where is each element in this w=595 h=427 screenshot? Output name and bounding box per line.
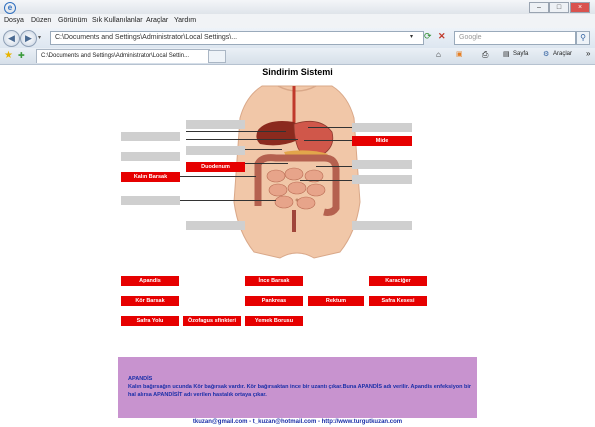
label-ince-barsak[interactable]: İnce Barsak — [245, 276, 303, 286]
leader-line — [186, 139, 298, 140]
home-icon[interactable]: ⌂ — [436, 50, 441, 59]
leader-line — [300, 180, 352, 181]
label-dropzone[interactable] — [121, 152, 180, 161]
leader-line — [180, 176, 256, 177]
label-dropzone[interactable] — [352, 160, 412, 169]
label-pankreas[interactable]: Pankreas — [245, 296, 303, 306]
maximize-button[interactable]: □ — [549, 2, 569, 13]
label-karaciger[interactable]: Karaciğer — [369, 276, 427, 286]
page-icon: ▤ — [503, 51, 510, 58]
address-bar: ◀ ▶ ▾ C:\Documents and Settings\Administ… — [0, 28, 595, 48]
chevron-more-icon[interactable]: » — [586, 49, 590, 58]
menu-bar: Dosya Düzen Görünüm Sık Kullanılanlar Ar… — [0, 14, 595, 28]
search-icon[interactable]: ⚲ — [576, 31, 590, 45]
menu-tools[interactable]: Araçlar — [146, 17, 168, 24]
tab-current[interactable]: C:\Documents and Settings\Administrator\… — [36, 49, 210, 63]
label-mide[interactable]: Mide — [352, 136, 412, 146]
info-title: APANDİS — [128, 376, 153, 382]
add-favorites-icon[interactable]: ✚ — [18, 51, 25, 60]
refresh-icon[interactable]: ⟳ — [424, 31, 432, 42]
label-safra-kesesi[interactable]: Safra Kesesi — [369, 296, 427, 306]
label-dropzone[interactable] — [186, 146, 245, 155]
menu-favorites[interactable]: Sık Kullanılanlar — [92, 17, 143, 24]
search-placeholder: Google — [459, 34, 482, 41]
label-dropzone[interactable] — [121, 196, 180, 205]
back-icon[interactable]: ◀ — [3, 30, 20, 47]
forward-icon[interactable]: ▶ — [20, 30, 37, 47]
title-bar: e – □ × — [0, 0, 595, 15]
footer-contacts[interactable]: tkuzan@gmail.com - t_kuzan@hotmail.com -… — [0, 419, 595, 425]
new-tab-button[interactable] — [208, 50, 226, 63]
address-dropdown-icon[interactable]: ▾ — [410, 33, 413, 40]
page-menu[interactable]: Sayfa — [513, 51, 528, 57]
label-duodenum[interactable]: Duodenum — [186, 162, 245, 172]
leader-line — [304, 140, 352, 141]
label-dropzone[interactable] — [352, 123, 412, 132]
address-text: C:\Documents and Settings\Administrator\… — [55, 34, 238, 41]
label-yemek-borusu[interactable]: Yemek Borusu — [245, 316, 303, 326]
tab-bar: ★ ✚ C:\Documents and Settings\Administra… — [0, 48, 595, 65]
menu-edit[interactable]: Düzen — [31, 17, 51, 24]
gear-icon: ⚙ — [543, 51, 550, 58]
close-button[interactable]: × — [570, 2, 590, 13]
info-text: Kalın bağırsağın ucunda Kör bağırsak var… — [128, 384, 472, 398]
page-title: Sindirim Sistemi — [262, 67, 333, 77]
label-dropzone[interactable] — [121, 132, 180, 141]
print-icon[interactable]: ⎙ — [482, 50, 488, 60]
digestive-system-illustration — [233, 85, 361, 259]
label-kor-barsak[interactable]: Kör Barsak — [121, 296, 179, 306]
ie-icon: e — [4, 2, 16, 14]
favorites-star-icon[interactable]: ★ — [4, 50, 13, 61]
tab-title: C:\Documents and Settings\Administrator\… — [41, 53, 190, 59]
label-dropzone[interactable] — [352, 221, 412, 230]
search-input[interactable]: Google — [454, 31, 576, 45]
menu-file[interactable]: Dosya — [4, 17, 24, 24]
menu-help[interactable]: Yardım — [174, 17, 196, 24]
address-input[interactable]: C:\Documents and Settings\Administrator\… — [50, 31, 424, 45]
label-ozofagus-sfinkteri[interactable]: Özofagus sfinkteri — [183, 316, 241, 326]
label-rektum[interactable]: Rektum — [308, 296, 364, 306]
label-apandis[interactable]: Apandis — [121, 276, 179, 286]
label-safra-yolu[interactable]: Safra Yolu — [121, 316, 179, 326]
label-dropzone[interactable] — [352, 175, 412, 184]
minimize-button[interactable]: – — [529, 2, 549, 13]
menu-view[interactable]: Görünüm — [58, 17, 87, 24]
label-kalin-barsak[interactable]: Kalın Barsak — [121, 172, 180, 182]
leader-line — [308, 127, 352, 128]
leader-line — [316, 166, 352, 167]
label-dropzone[interactable] — [186, 221, 245, 230]
feeds-icon[interactable]: ▣ — [456, 50, 463, 58]
tools-menu[interactable]: Araçlar — [553, 51, 572, 57]
stop-icon[interactable]: ✕ — [438, 31, 446, 42]
label-dropzone[interactable] — [186, 120, 245, 129]
leader-line — [186, 131, 286, 132]
history-dropdown-icon[interactable]: ▾ — [38, 34, 41, 41]
